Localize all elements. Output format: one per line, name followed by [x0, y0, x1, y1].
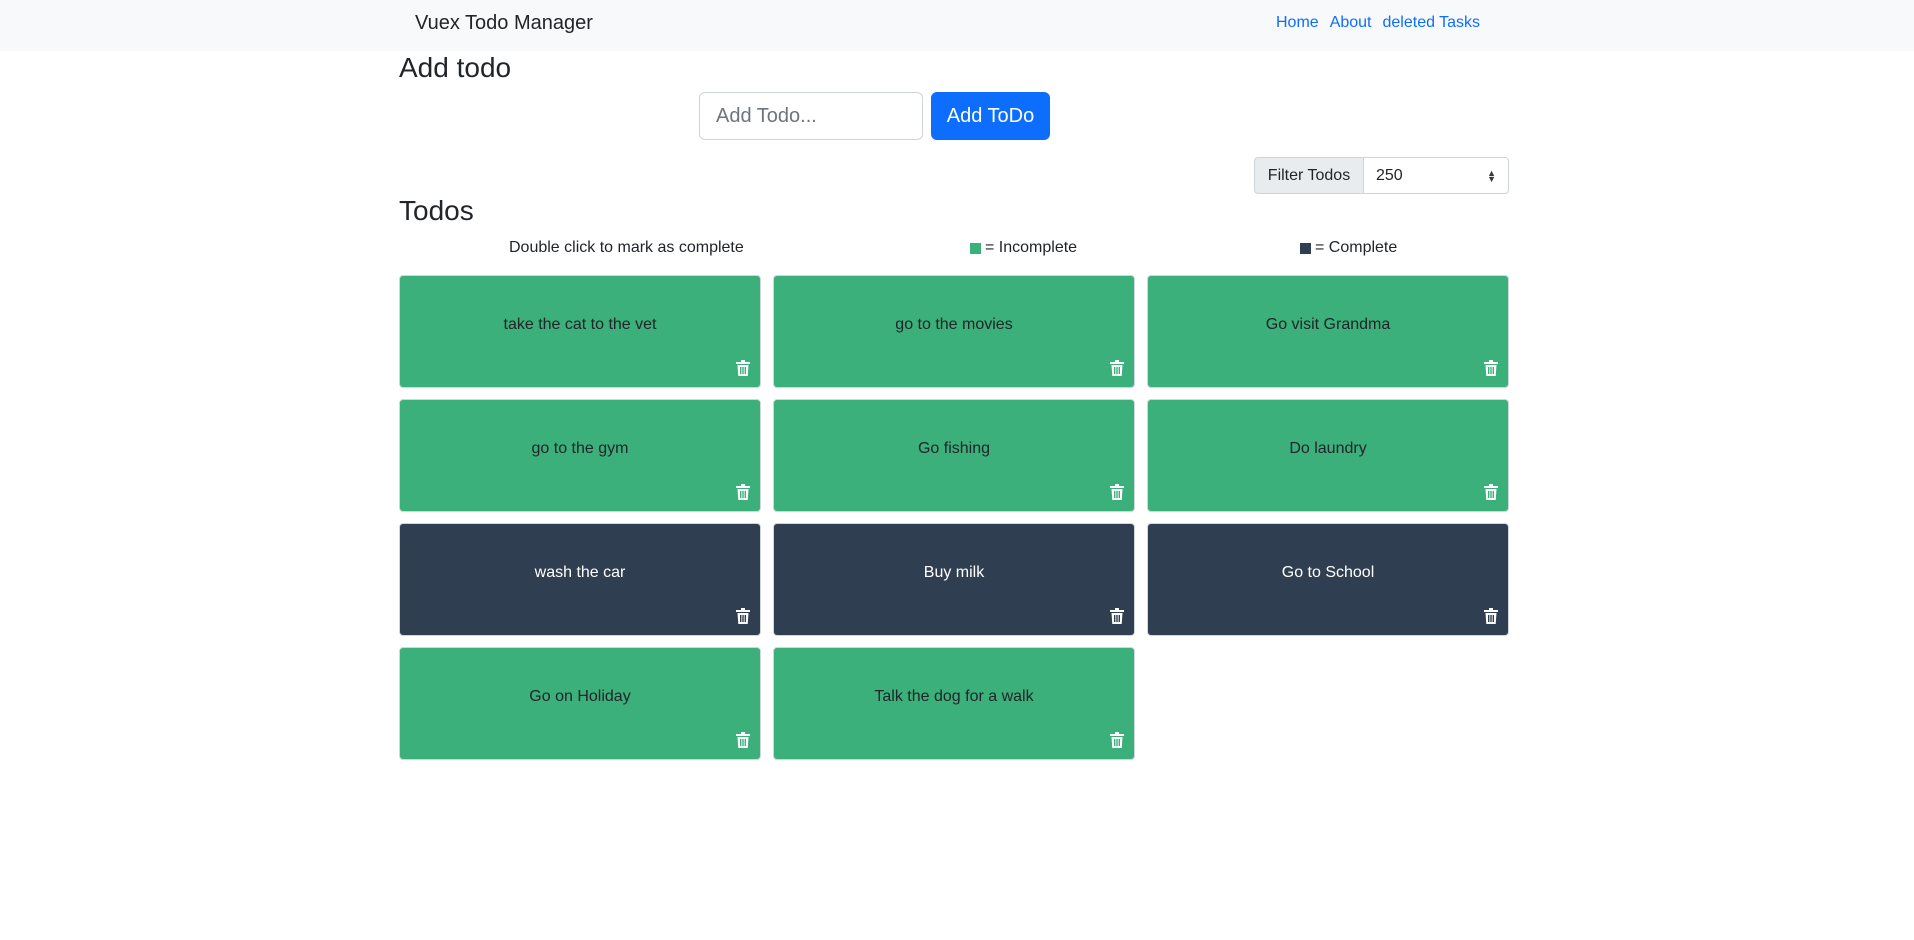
todo-card[interactable]: Go visit Grandma	[1147, 275, 1509, 388]
trash-icon[interactable]	[1484, 608, 1498, 624]
todo-card[interactable]: Do laundry	[1147, 399, 1509, 512]
todo-card[interactable]: Go on Holiday	[399, 647, 761, 760]
todo-card[interactable]: wash the car	[399, 523, 761, 636]
nav-link-about[interactable]: About	[1330, 12, 1372, 34]
todo-title: Go to School	[1281, 563, 1375, 581]
incomplete-swatch	[970, 242, 981, 254]
trash-icon[interactable]	[1110, 484, 1124, 500]
trash-icon[interactable]	[736, 732, 750, 748]
todo-title: Go fishing	[917, 439, 991, 457]
trash-icon[interactable]	[736, 608, 750, 624]
trash-icon[interactable]	[736, 360, 750, 376]
filter-selected-value: 250	[1376, 166, 1403, 184]
legend-hint: Double click to mark as complete	[509, 239, 744, 256]
todo-title: Go on Holiday	[529, 687, 631, 705]
filter-todos-group: Filter Todos 250 ▲ ▼	[1254, 157, 1509, 194]
todo-title: go to the gym	[531, 439, 629, 457]
todos-heading: Todos	[399, 195, 474, 226]
navbar: Vuex Todo Manager Home About deleted Tas…	[0, 0, 1914, 51]
todo-title: Go visit Grandma	[1265, 315, 1391, 333]
todo-title: go to the movies	[895, 315, 1013, 333]
legend: Double click to mark as complete = Incom…	[399, 237, 1509, 259]
complete-swatch	[1300, 242, 1311, 254]
nav-link-deleted-tasks[interactable]: deleted Tasks	[1383, 12, 1481, 34]
add-todo-button[interactable]: Add ToDo	[931, 92, 1050, 140]
nav-link-home[interactable]: Home	[1276, 12, 1319, 34]
todo-title: wash the car	[534, 563, 626, 581]
trash-icon[interactable]	[1110, 732, 1124, 748]
legend-complete: = Complete	[1300, 237, 1397, 259]
todos-grid: take the cat to the vet go to the movies G…	[399, 275, 1509, 760]
todo-card[interactable]: Buy milk	[773, 523, 1135, 636]
legend-incomplete-label: = Incomplete	[985, 239, 1078, 256]
legend-incomplete: = Incomplete	[970, 237, 1077, 259]
filter-todos-label: Filter Todos	[1254, 157, 1364, 194]
add-todo-heading: Add todo	[399, 52, 512, 83]
todo-card[interactable]: Go to School	[1147, 523, 1509, 636]
nav-links: Home About deleted Tasks	[1276, 12, 1480, 34]
trash-icon[interactable]	[1110, 360, 1124, 376]
trash-icon[interactable]	[1110, 608, 1124, 624]
todo-card[interactable]: Go fishing	[773, 399, 1135, 512]
trash-icon[interactable]	[1484, 484, 1498, 500]
brand-title[interactable]: Vuex Todo Manager	[415, 10, 593, 36]
todo-title: take the cat to the vet	[503, 315, 657, 333]
todo-card[interactable]: go to the movies	[773, 275, 1135, 388]
todo-card[interactable]: go to the gym	[399, 399, 761, 512]
add-todo-input[interactable]	[699, 92, 923, 140]
todo-card[interactable]: take the cat to the vet	[399, 275, 761, 388]
trash-icon[interactable]	[1484, 360, 1498, 376]
legend-complete-label: = Complete	[1315, 239, 1398, 256]
todo-title: Buy milk	[923, 563, 985, 581]
filter-todos-select[interactable]: 250 ▲ ▼	[1364, 157, 1509, 194]
todo-card[interactable]: Talk the dog for a walk	[773, 647, 1135, 760]
select-arrows-icon: ▲ ▼	[1487, 167, 1496, 184]
todo-title: Talk the dog for a walk	[874, 687, 1034, 705]
todo-title: Do laundry	[1289, 439, 1367, 457]
trash-icon[interactable]	[736, 484, 750, 500]
